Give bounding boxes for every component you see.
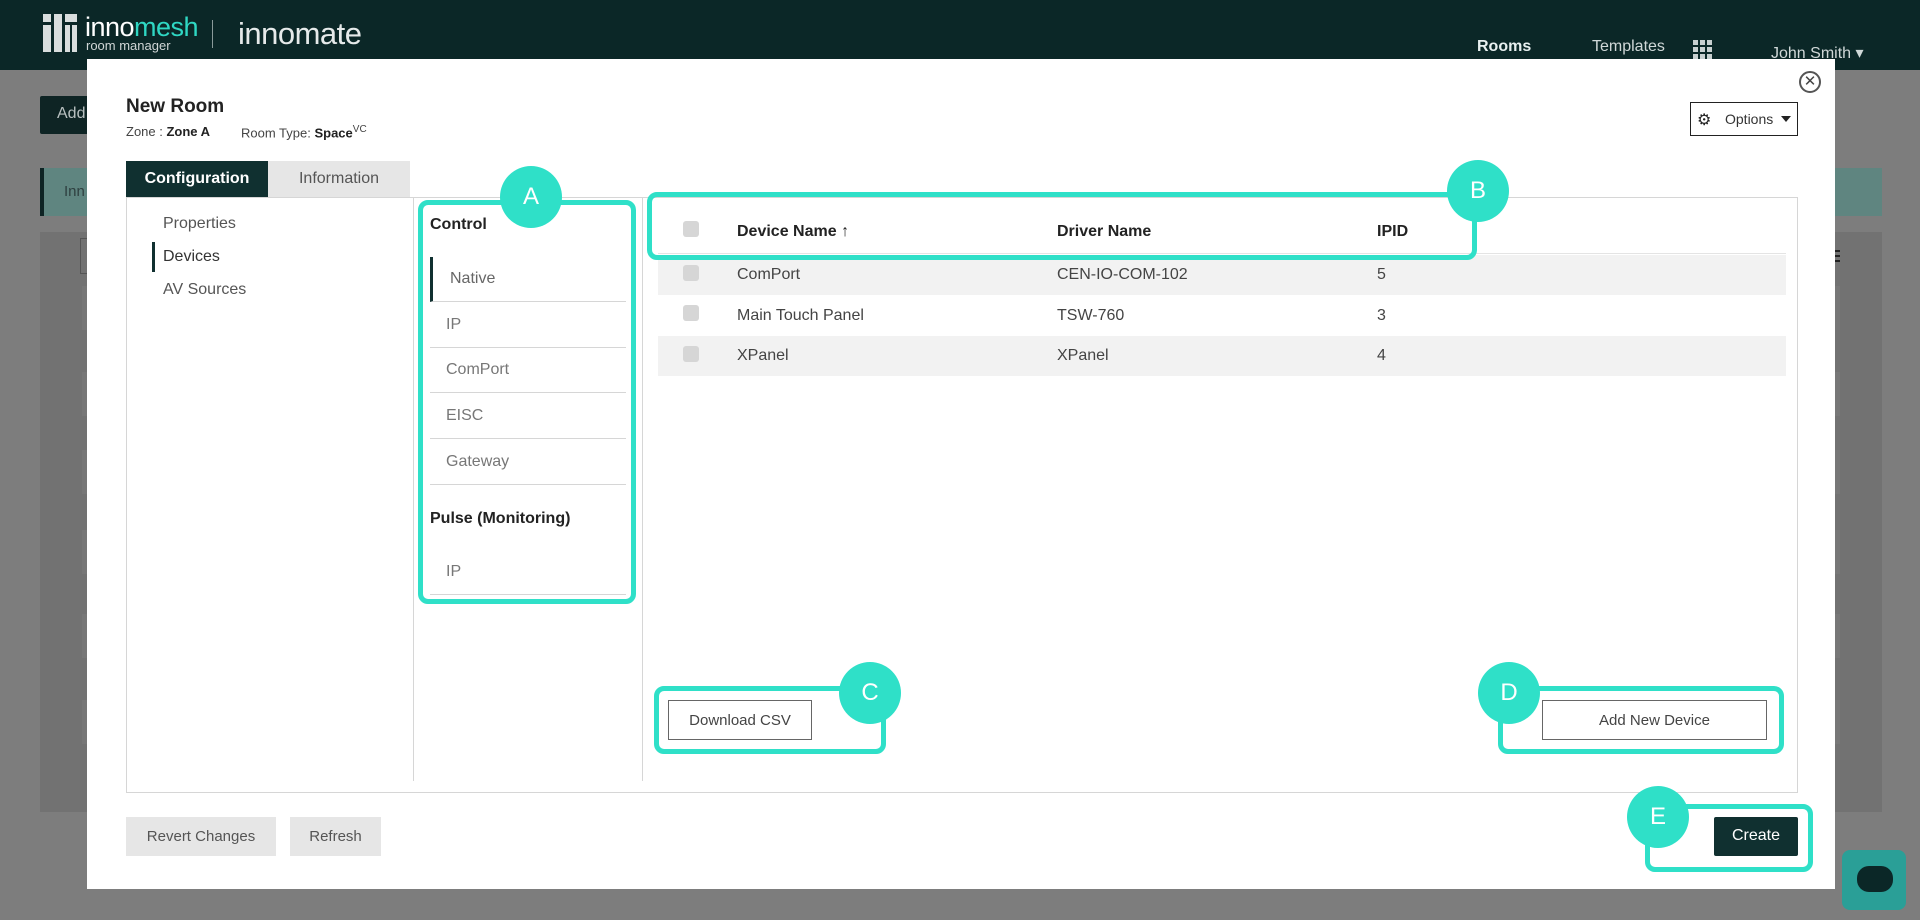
callout-badge-b: B: [1447, 160, 1509, 222]
cell-ipid: 5: [1377, 266, 1386, 283]
row-checkbox[interactable]: [683, 346, 699, 362]
logo-divider: [212, 20, 213, 48]
column-divider: [413, 197, 414, 781]
cell-device-name: ComPort: [737, 266, 801, 283]
row-checkbox[interactable]: [683, 265, 699, 281]
cell-driver-name: XPanel: [1057, 347, 1109, 364]
tab-information[interactable]: Information: [268, 161, 410, 197]
innomesh-logo-icon: [43, 14, 77, 52]
gear-icon: ⚙: [1697, 112, 1712, 129]
refresh-button[interactable]: Refresh: [290, 817, 381, 856]
modal-title: New Room: [126, 96, 225, 117]
callout-box-d: [1498, 686, 1784, 754]
cell-ipid: 3: [1377, 307, 1386, 324]
callout-badge-d: D: [1478, 662, 1540, 724]
nav-templates[interactable]: Templates: [1592, 38, 1665, 56]
callout-badge-e: E: [1627, 786, 1689, 848]
callout-box-a: [418, 200, 636, 604]
logo-subtitle: room manager: [86, 38, 171, 53]
column-divider: [642, 197, 643, 781]
sidebar-item-properties[interactable]: Properties: [163, 215, 236, 233]
sidebar-item-av-sources[interactable]: AV Sources: [163, 281, 246, 299]
callout-badge-a: A: [500, 166, 562, 228]
cell-ipid: 4: [1377, 347, 1386, 364]
callout-badge-c: C: [839, 662, 901, 724]
sidebar-item-devices[interactable]: Devices: [163, 248, 220, 266]
innomate-brand: innomate: [238, 16, 362, 51]
tab-configuration[interactable]: Configuration: [126, 161, 268, 197]
chevron-down-icon: [1781, 116, 1791, 122]
sidebar-active-indicator: [152, 242, 155, 272]
cell-device-name: Main Touch Panel: [737, 307, 864, 324]
row-checkbox[interactable]: [683, 305, 699, 321]
cell-device-name: XPanel: [737, 347, 789, 364]
chat-icon: [1857, 866, 1893, 892]
room-type-info: Room Type: SpaceVC: [241, 124, 367, 141]
nav-rooms[interactable]: Rooms: [1477, 38, 1531, 56]
cell-driver-name: CEN-IO-COM-102: [1057, 266, 1188, 283]
table-row[interactable]: [658, 255, 1786, 295]
revert-changes-button[interactable]: Revert Changes: [126, 817, 276, 856]
table-row[interactable]: [658, 336, 1786, 376]
close-icon[interactable]: ✕: [1799, 71, 1821, 93]
app-grid-icon[interactable]: [1693, 40, 1713, 60]
background-banner-text: Inn: [64, 183, 85, 200]
cell-driver-name: TSW-760: [1057, 307, 1125, 324]
callout-box-b: [647, 192, 1477, 260]
zone-info: Zone : Zone A: [126, 124, 211, 139]
